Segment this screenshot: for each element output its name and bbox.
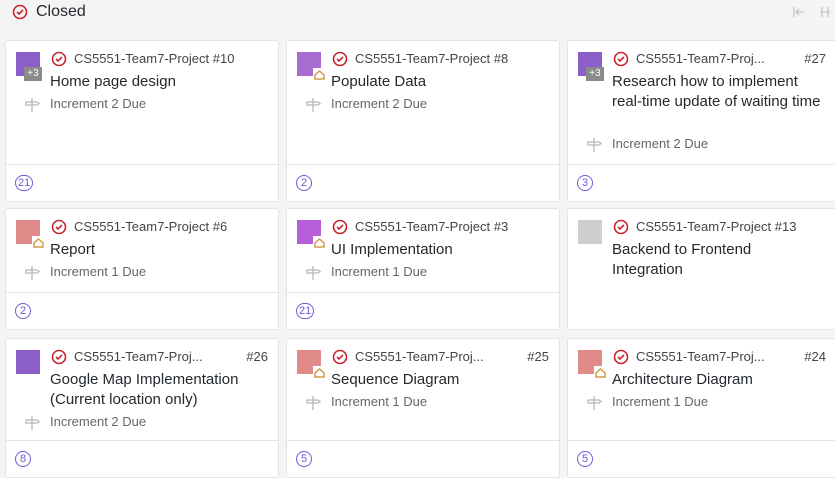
issue-card[interactable]: +3 CS5551-Team7-Project #10 Home page desi… — [5, 40, 279, 202]
issue-card[interactable]: CS5551-Team7-Proj... #26 Google Map Implem… — [5, 338, 279, 478]
estimate-badge: 2 — [296, 175, 312, 191]
milestone-label: Increment 2 Due — [50, 96, 147, 111]
issue-repo-reference[interactable]: CS5551-Team7-Project #10 — [74, 51, 234, 66]
estimate-badge: 5 — [577, 451, 593, 467]
estimate-badge: 2 — [15, 303, 31, 319]
milestone-label: Increment 1 Due — [331, 394, 428, 409]
closed-issue-icon — [51, 219, 67, 235]
avatar — [578, 220, 602, 244]
milestone-icon — [306, 266, 321, 280]
issue-repo-reference[interactable]: CS5551-Team7-Proj... — [74, 349, 203, 364]
card-divider — [287, 440, 559, 441]
assignee-icon — [313, 236, 326, 248]
issue-title[interactable]: Research how to implement real-time upda… — [612, 72, 822, 112]
issue-card[interactable]: +3 CS5551-Team7-Proj... #27 Research how to… — [567, 40, 835, 202]
issue-number: #27 — [804, 51, 826, 66]
issue-card[interactable]: CS5551-Team7-Proj... #25 Sequence Diagram I… — [286, 338, 560, 478]
issue-title[interactable]: Architecture Diagram — [612, 370, 822, 390]
assignee-count-badge: +3 — [586, 67, 604, 81]
issue-repo-reference[interactable]: CS5551-Team7-Proj... — [636, 51, 765, 66]
estimate-badge: 5 — [296, 451, 312, 467]
milestone-icon — [587, 396, 602, 410]
estimate-badge: 3 — [577, 175, 593, 191]
card-divider — [568, 164, 835, 165]
card-divider — [6, 292, 278, 293]
issue-title[interactable]: Report — [50, 240, 260, 260]
pipeline-header: Closed — [0, 0, 835, 30]
issue-repo-reference[interactable]: CS5551-Team7-Project #8 — [355, 51, 508, 66]
assignee-icon — [313, 366, 326, 378]
closed-issue-icon — [613, 51, 629, 67]
closed-issue-icon — [51, 51, 67, 67]
issue-repo-reference[interactable]: CS5551-Team7-Proj... — [355, 349, 484, 364]
issue-title[interactable]: Home page design — [50, 72, 260, 92]
issue-repo-reference[interactable]: CS5551-Team7-Proj... — [636, 349, 765, 364]
closed-issue-icon — [613, 219, 629, 235]
milestone-icon — [25, 266, 40, 280]
issue-card[interactable]: CS5551-Team7-Project #8 Populate Data Incr… — [286, 40, 560, 202]
milestone-icon — [587, 138, 602, 152]
milestone-icon — [25, 98, 40, 112]
issue-card[interactable]: CS5551-Team7-Proj... #24 Architecture Diag… — [567, 338, 835, 478]
issue-number: #25 — [527, 349, 549, 364]
card-divider — [287, 292, 559, 293]
milestone-label: Increment 2 Due — [331, 96, 428, 111]
issue-repo-reference[interactable]: CS5551-Team7-Project #3 — [355, 219, 508, 234]
assignee-icon — [313, 68, 326, 80]
milestone-label: Increment 2 Due — [50, 414, 147, 429]
collapse-pipeline-icon[interactable] — [818, 5, 832, 19]
milestone-label: Increment 1 Due — [50, 264, 147, 279]
card-divider — [568, 440, 835, 441]
milestone-label: Increment 1 Due — [331, 264, 428, 279]
closed-issue-icon — [332, 219, 348, 235]
assignee-icon — [32, 236, 45, 248]
closed-issue-icon — [51, 349, 67, 365]
issue-number: #26 — [246, 349, 268, 364]
issue-title[interactable]: Populate Data — [331, 72, 541, 92]
card-divider — [6, 164, 278, 165]
issue-title[interactable]: Google Map Implementation (Current locat… — [50, 370, 260, 410]
milestone-label: Increment 1 Due — [612, 394, 709, 409]
closed-issue-icon — [332, 349, 348, 365]
assignee-count-badge: +3 — [24, 67, 42, 81]
closed-issue-icon — [613, 349, 629, 365]
estimate-badge: 21 — [15, 175, 34, 191]
issue-card[interactable]: CS5551-Team7-Project #13 Backend to Front… — [567, 208, 835, 330]
issue-card[interactable]: CS5551-Team7-Project #3 UI Implementation… — [286, 208, 560, 330]
estimate-badge: 8 — [15, 451, 31, 467]
issue-title[interactable]: Backend to Frontend Integration — [612, 240, 822, 280]
milestone-icon — [25, 416, 40, 430]
closed-issue-icon — [332, 51, 348, 67]
pipeline-title: Closed — [36, 3, 86, 20]
closed-issue-icon — [12, 4, 28, 20]
milestone-icon — [306, 98, 321, 112]
card-divider — [287, 164, 559, 165]
issue-title[interactable]: Sequence Diagram — [331, 370, 541, 390]
issue-repo-reference[interactable]: CS5551-Team7-Project #6 — [74, 219, 227, 234]
issue-number: #24 — [804, 349, 826, 364]
card-divider — [6, 440, 278, 441]
collapse-left-icon[interactable] — [792, 5, 806, 19]
avatar — [16, 350, 40, 374]
issue-card[interactable]: CS5551-Team7-Project #6 Report Increment 1… — [5, 208, 279, 330]
estimate-badge: 21 — [296, 303, 315, 319]
issue-title[interactable]: UI Implementation — [331, 240, 541, 260]
milestone-icon — [306, 396, 321, 410]
issue-repo-reference[interactable]: CS5551-Team7-Project #13 — [636, 219, 796, 234]
milestone-label: Increment 2 Due — [612, 136, 709, 151]
assignee-icon — [594, 366, 607, 378]
